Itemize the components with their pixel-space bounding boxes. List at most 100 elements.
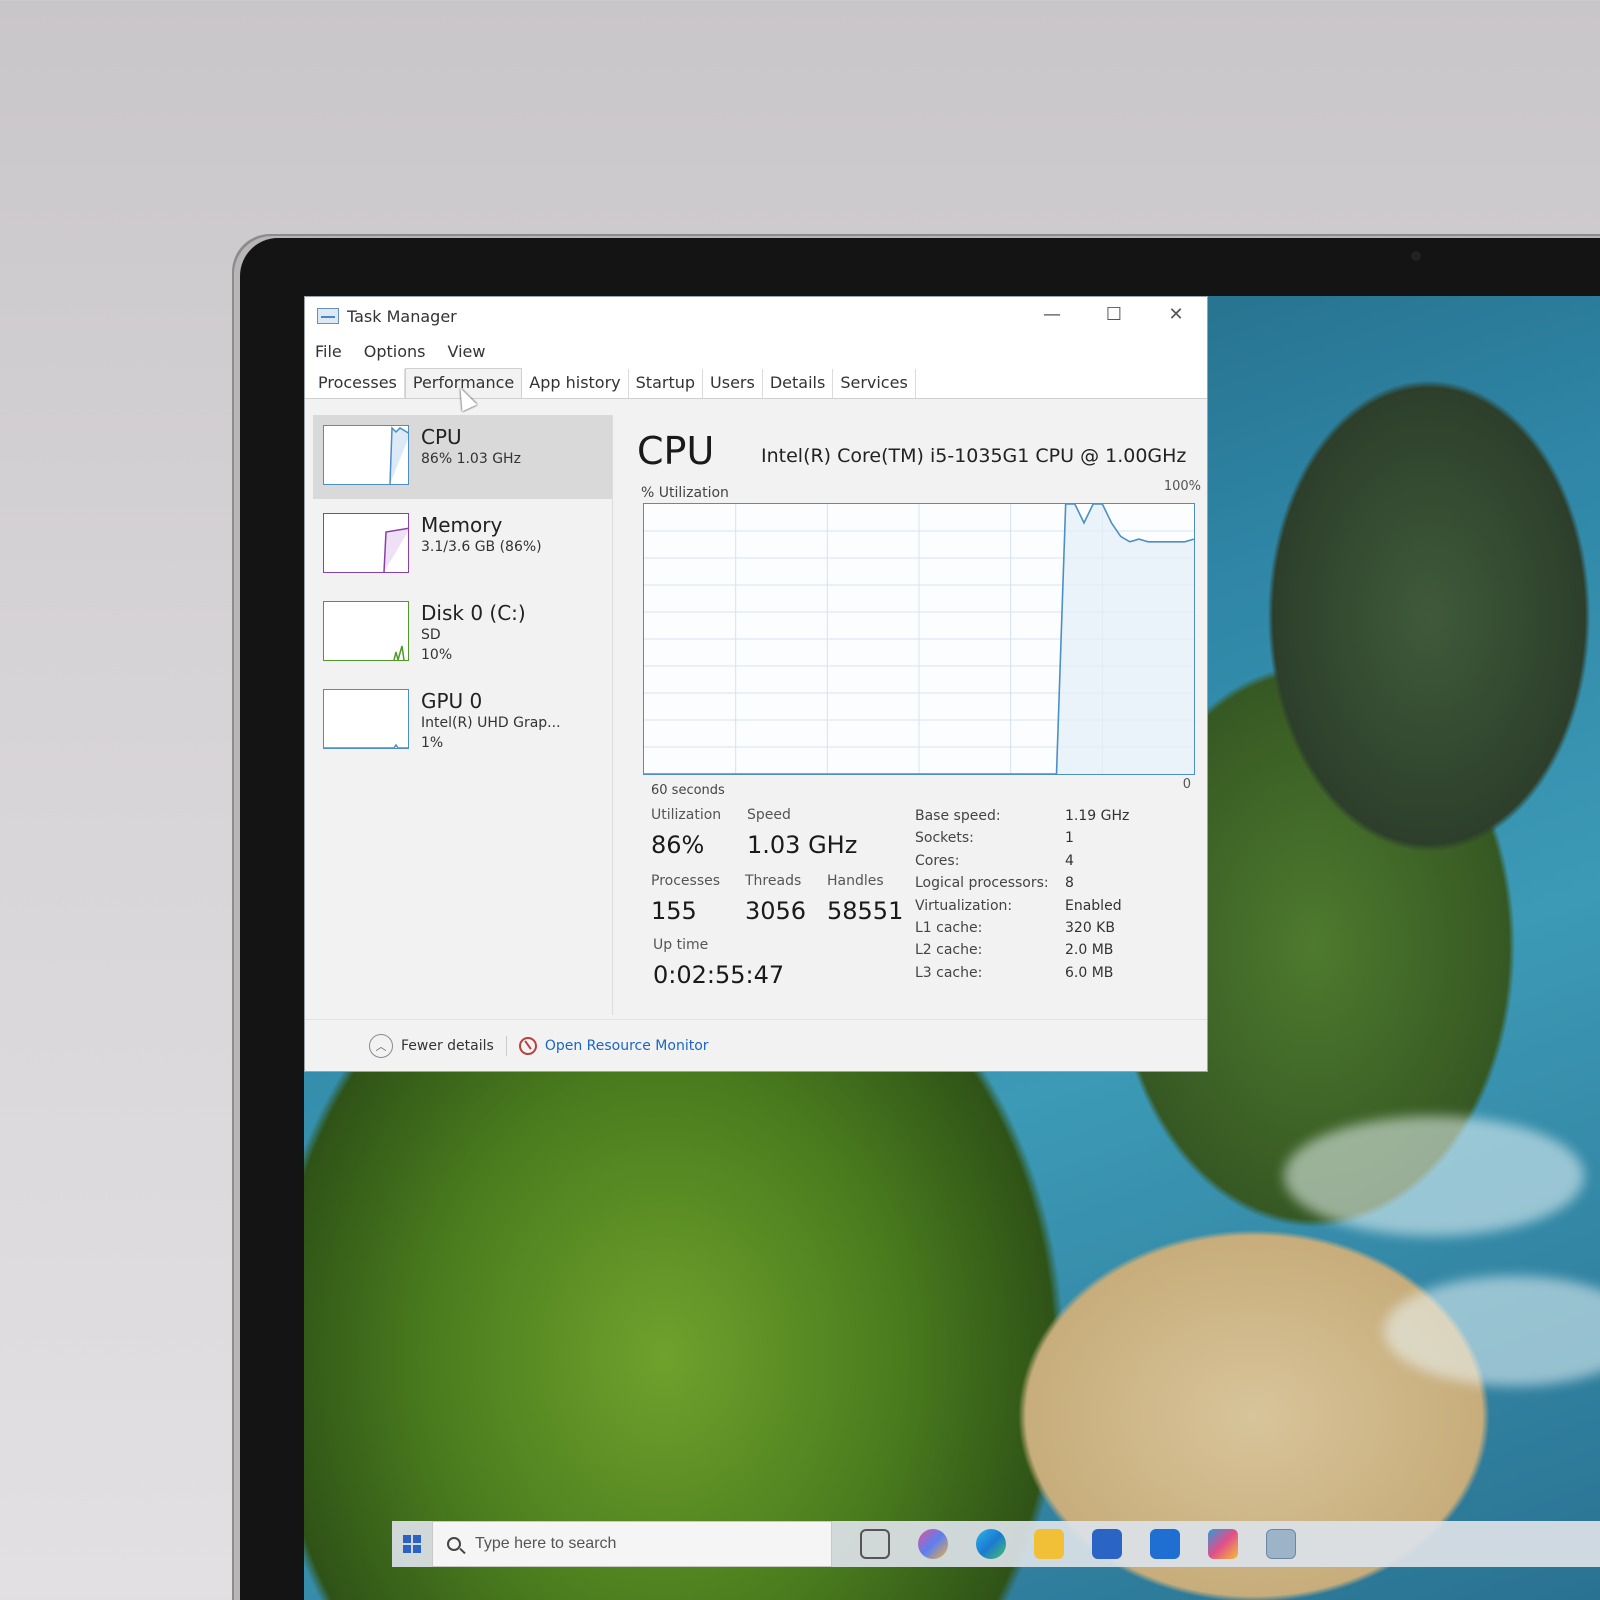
sidebar-item-label: Memory [421, 513, 503, 537]
stat-value: 3056 [745, 897, 807, 925]
divider [505, 1035, 507, 1056]
wallpaper-surf [1384, 1276, 1600, 1386]
stat-value: 86% [651, 831, 705, 859]
speed-stat: Speed 1.03 GHz [747, 807, 857, 859]
task-manager-taskbar-icon[interactable] [1266, 1529, 1296, 1559]
stat-label: Speed [747, 807, 791, 823]
menu-bar: File Options View [305, 335, 1207, 367]
uptime-stat: Up time 0:02:55:47 [653, 937, 784, 989]
spec-key: Base speed: [915, 808, 1001, 824]
sidebar-item-detail: SD [421, 627, 441, 643]
y-axis-max-label: 100% [1163, 479, 1201, 494]
memory-sparkline-graph [383, 527, 408, 572]
spec-row: L1 cache: 320 KB [915, 917, 1205, 939]
spec-row: Cores: 4 [915, 850, 1205, 872]
spec-key: Virtualization: [915, 897, 1013, 914]
open-resource-monitor-link[interactable]: Open Resource Monitor [545, 1038, 709, 1054]
stat-label: Processes [651, 873, 721, 889]
footer-bar: ︿ Fewer details Open Resource Monitor [305, 1019, 1207, 1071]
tab-startup[interactable]: Startup [629, 369, 704, 398]
spec-key: L3 cache: [915, 964, 983, 981]
x-axis-label: 60 seconds [651, 783, 725, 798]
cpu-utilization-graph [643, 503, 1195, 775]
spec-value: 1 [1065, 830, 1074, 847]
task-manager-window: Task Manager — ☐ ✕ File Options View Pro… [304, 296, 1208, 1072]
sidebar-item-disk[interactable]: Disk 0 (C:) SD 10% [313, 591, 612, 675]
spec-value: 2.0 MB [1065, 942, 1114, 959]
minimize-button[interactable]: — [1021, 297, 1083, 331]
spec-value: 6.0 MB [1065, 964, 1114, 981]
copilot-icon[interactable] [918, 1529, 948, 1559]
gpu-sparkline [323, 689, 409, 749]
menu-options[interactable]: Options [364, 342, 426, 361]
resource-list: CPU 86% 1.03 GHz Memory 3.1/3.6 GB (86%) [313, 415, 613, 1015]
tab-strip: Processes Performance App history Startu… [305, 367, 1207, 399]
spec-key: Sockets: [915, 830, 974, 847]
taskbar: Type here to search [392, 1521, 1600, 1567]
spec-row: Virtualization: Enabled [915, 895, 1205, 917]
disk-sparkline [323, 601, 409, 661]
tab-services[interactable]: Services [833, 369, 916, 398]
photos-icon[interactable] [1208, 1529, 1238, 1559]
sidebar-item-cpu[interactable]: CPU 86% 1.03 GHz [313, 415, 612, 499]
sidebar-item-detail: 3.1/3.6 GB (86%) [421, 539, 542, 555]
tab-processes[interactable]: Processes [311, 369, 405, 398]
spec-key: L2 cache: [915, 942, 983, 959]
stat-label: Handles [827, 873, 884, 889]
menu-file[interactable]: File [315, 342, 342, 361]
cpu-detail-panel: CPU Intel(R) Core(TM) i5-1035G1 CPU @ 1.… [625, 415, 1205, 1015]
spec-value: 320 KB [1065, 920, 1115, 937]
spec-row: L3 cache: 6.0 MB [915, 962, 1205, 984]
sidebar-item-label: Disk 0 (C:) [421, 601, 526, 625]
taskbar-search[interactable]: Type here to search [432, 1521, 832, 1567]
stat-label: Threads [745, 873, 802, 889]
spec-key: Logical processors: [915, 875, 1049, 892]
stat-value: 58551 [827, 897, 904, 925]
sidebar-item-detail: 1% [421, 735, 444, 751]
start-button[interactable] [392, 1521, 432, 1567]
handles-stat: Handles 58551 [827, 873, 903, 925]
sidebar-item-detail: 10% [421, 647, 453, 663]
y-axis-min-label: 0 [1182, 777, 1191, 792]
maximize-button[interactable]: ☐ [1083, 297, 1145, 331]
page-title: CPU [637, 429, 715, 473]
windows-logo-icon [403, 1535, 421, 1553]
sidebar-item-label: CPU [421, 425, 462, 449]
stat-value: 155 [651, 897, 697, 925]
spec-value: Enabled [1065, 897, 1122, 914]
spec-key: L1 cache: [915, 920, 983, 937]
mail-icon[interactable] [1150, 1529, 1180, 1559]
file-explorer-icon[interactable] [1034, 1529, 1064, 1559]
search-icon [447, 1537, 461, 1551]
store-icon[interactable] [1092, 1529, 1122, 1559]
fewer-details-link[interactable]: Fewer details [401, 1038, 494, 1054]
sidebar-item-memory[interactable]: Memory 3.1/3.6 GB (86%) [313, 503, 612, 587]
spec-row: Base speed: 1.19 GHz [915, 805, 1205, 827]
task-view-icon[interactable] [860, 1529, 890, 1559]
close-button[interactable]: ✕ [1145, 297, 1207, 331]
memory-sparkline [323, 513, 409, 573]
cpu-model-name: Intel(R) Core(TM) i5-1035G1 CPU @ 1.00GH… [761, 445, 1187, 467]
cpu-sparkline [323, 425, 409, 485]
tab-users[interactable]: Users [703, 369, 763, 398]
stat-value: 0:02:55:47 [653, 961, 785, 989]
menu-view[interactable]: View [448, 342, 486, 361]
cpu-sparkline-graph [389, 426, 408, 484]
window-controls: — ☐ ✕ [1021, 297, 1207, 331]
wallpaper-surf [1284, 1116, 1584, 1236]
threads-stat: Threads 3056 [745, 873, 806, 925]
spec-row: L2 cache: 2.0 MB [915, 939, 1205, 961]
edge-icon[interactable] [976, 1529, 1006, 1559]
title-bar[interactable]: Task Manager — ☐ ✕ [305, 297, 1207, 335]
disk-sparkline-graph [393, 645, 405, 660]
sidebar-item-gpu[interactable]: GPU 0 Intel(R) UHD Grap... 1% [313, 679, 612, 763]
sidebar-item-detail: 86% 1.03 GHz [421, 451, 521, 467]
tab-app-history[interactable]: App history [522, 369, 629, 398]
task-manager-icon [317, 308, 339, 324]
chevron-up-icon[interactable]: ︿ [369, 1033, 393, 1058]
tab-details[interactable]: Details [763, 369, 834, 398]
stat-value: 1.03 GHz [747, 831, 858, 859]
spec-row: Sockets: 1 [915, 827, 1205, 849]
sidebar-item-detail: Intel(R) UHD Grap... [421, 715, 561, 731]
spec-value: 1.19 GHz [1065, 808, 1130, 824]
